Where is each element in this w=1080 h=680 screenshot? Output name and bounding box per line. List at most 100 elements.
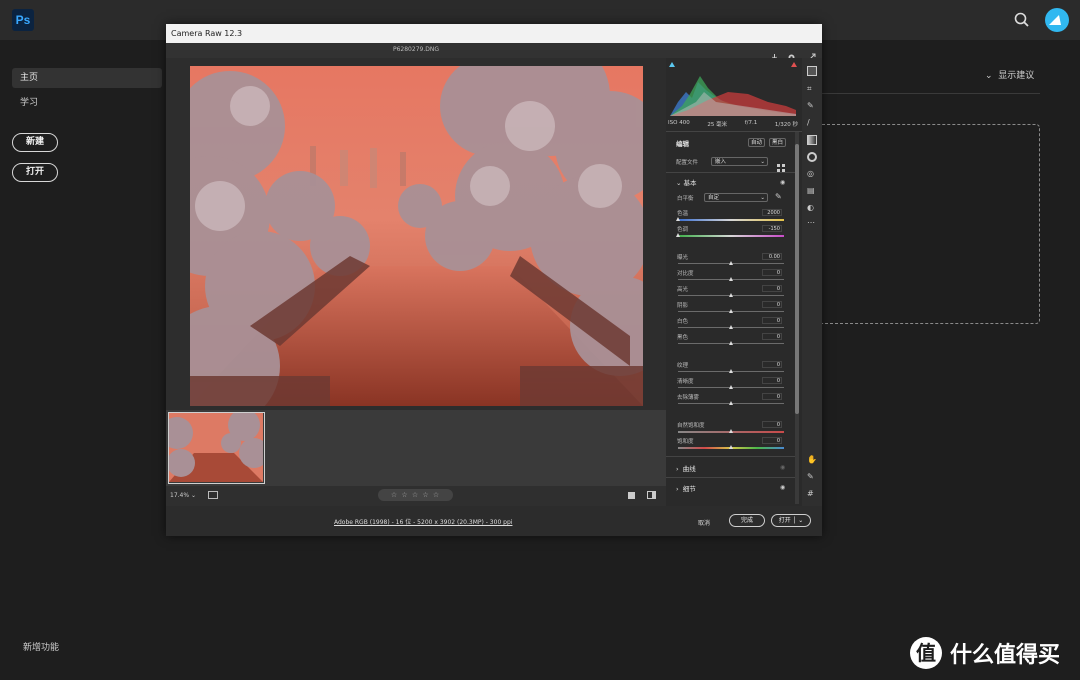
sidebar-item-learn[interactable]: 学习 (20, 95, 38, 108)
chevron-right-icon: › (676, 465, 679, 473)
slider-thumb[interactable] (728, 429, 733, 433)
slider-thumb[interactable] (728, 341, 733, 345)
detail-section-header[interactable]: › 细节 (676, 483, 696, 493)
search-icon[interactable] (1012, 10, 1032, 30)
slider-10[interactable]: 去除薄雾 0 (677, 393, 784, 407)
slider-label: 曝光 (677, 255, 689, 261)
bw-button[interactable]: 黑白 (769, 138, 786, 147)
slider-8[interactable]: 纹理 0 (677, 361, 784, 375)
slider-track[interactable] (678, 219, 784, 221)
slider-11[interactable]: 自然饱和度 0 (677, 421, 784, 435)
slider-value-input[interactable]: 0 (762, 317, 782, 324)
presets-icon[interactable]: ◐ (807, 203, 817, 213)
slider-6[interactable]: 白色 0 (677, 317, 784, 331)
slider-value-input[interactable]: 0 (762, 301, 782, 308)
view-single-icon[interactable] (628, 492, 635, 499)
slider-9[interactable]: 清晰度 0 (677, 377, 784, 391)
slider-value-input[interactable]: 0.00 (762, 253, 782, 260)
basic-section-header[interactable]: ⌄ 基本 (676, 177, 697, 187)
curve-section-header[interactable]: › 曲线 (676, 463, 696, 473)
focal-length: 25 毫米 (707, 122, 728, 128)
slider-value-input[interactable]: 0 (762, 285, 782, 292)
open-image-button[interactable]: 打开 │ ⌄ (771, 514, 811, 527)
slider-5[interactable]: 阴影 0 (677, 301, 784, 315)
slider-thumb[interactable] (728, 277, 733, 281)
eye-icon[interactable]: ◉ (780, 464, 785, 471)
slider-value-input[interactable]: 0 (762, 333, 782, 340)
slider-thumb[interactable] (728, 309, 733, 313)
brush-icon[interactable]: / (807, 118, 817, 128)
edit-tool-icon[interactable] (807, 66, 817, 76)
drop-zone[interactable] (822, 124, 1040, 324)
slider-track[interactable] (678, 235, 784, 237)
slider-1[interactable]: 色调 -150 (675, 225, 784, 239)
cancel-button[interactable]: 取消 (698, 518, 710, 527)
slider-value-input[interactable]: 2000 (762, 209, 782, 216)
slider-value-input[interactable]: 0 (762, 393, 782, 400)
open-button[interactable]: 打开 (12, 163, 58, 182)
divider (666, 131, 802, 132)
more-icon[interactable]: ⋯ (807, 218, 817, 228)
slider-thumb[interactable] (728, 401, 733, 405)
eye-icon[interactable]: ◉ (780, 484, 785, 491)
slider-12[interactable]: 饱和度 0 (677, 437, 784, 451)
workflow-options-link[interactable]: Adobe RGB (1998) - 16 位 - 5200 x 3902 (2… (334, 517, 512, 526)
auto-button[interactable]: 自动 (748, 138, 765, 147)
crop-icon[interactable]: ⌗ (807, 84, 817, 94)
slider-thumb[interactable] (728, 369, 733, 373)
aperture: f/7.1 (744, 120, 758, 126)
color-sampler-icon[interactable]: ✎ (807, 472, 817, 482)
slider-thumb[interactable] (675, 233, 680, 237)
divider (822, 93, 1040, 94)
slider-4[interactable]: 高光 0 (677, 285, 784, 299)
compare-view-icon[interactable] (647, 491, 656, 499)
avatar[interactable] (1045, 8, 1069, 32)
filmstrip-toggle-icon[interactable] (208, 491, 218, 499)
filmstrip-thumbnail[interactable] (168, 412, 265, 484)
profile-browser-icon[interactable] (777, 157, 785, 172)
hand-icon[interactable]: ✋ (807, 455, 817, 465)
zoom-level[interactable]: 17.4% ⌄ (170, 492, 196, 499)
slider-3[interactable]: 对比度 0 (677, 269, 784, 283)
slider-thumb[interactable] (728, 325, 733, 329)
slider-label: 白色 (677, 319, 689, 325)
redeye-icon[interactable]: ◎ (807, 169, 817, 179)
slider-value-input[interactable]: 0 (762, 361, 782, 368)
slider-value-input[interactable]: 0 (762, 377, 782, 384)
photo-preview[interactable] (190, 66, 643, 406)
slider-label: 清晰度 (677, 379, 694, 385)
radial-filter-icon[interactable] (807, 152, 817, 162)
slider-label: 对比度 (677, 271, 694, 277)
curve-title: 曲线 (682, 465, 696, 473)
grid-icon[interactable]: # (807, 489, 817, 499)
slider-2[interactable]: 曝光 0.00 (677, 253, 784, 267)
eye-icon[interactable]: ◉ (780, 179, 785, 186)
slider-7[interactable]: 黑色 0 (677, 333, 784, 347)
healing-icon[interactable]: ✎ (807, 101, 817, 111)
scroll-thumb[interactable] (795, 144, 799, 414)
slider-thumb[interactable] (675, 217, 680, 221)
slider-value-input[interactable]: -150 (762, 225, 782, 232)
new-button[interactable]: 新建 (12, 133, 58, 152)
rating-stars[interactable]: ☆ ☆ ☆ ☆ ☆ (378, 489, 453, 501)
sidebar-item-home[interactable]: 主页 (12, 68, 162, 88)
shutter-speed: 1/320 秒 (774, 122, 798, 128)
done-button[interactable]: 完成 (729, 514, 765, 527)
gradient-icon[interactable] (807, 135, 817, 145)
slider-thumb[interactable] (728, 293, 733, 297)
whats-new-link[interactable]: 新增功能 (23, 640, 59, 653)
white-balance-select[interactable]: 自定 ⌄ (704, 193, 768, 202)
snapshots-icon[interactable]: ▤ (807, 186, 817, 196)
show-suggestions-toggle[interactable]: ⌄ 显示建议 (985, 68, 1034, 81)
slider-value-input[interactable]: 0 (762, 437, 782, 444)
slider-value-input[interactable]: 0 (762, 421, 782, 428)
slider-value-input[interactable]: 0 (762, 269, 782, 276)
slider-0[interactable]: 色温 2000 (675, 209, 784, 223)
slider-thumb[interactable] (728, 445, 733, 449)
profile-select[interactable]: 嵌入 ⌄ (711, 157, 768, 166)
slider-thumb[interactable] (728, 261, 733, 265)
profile-label: 配置文件 (676, 160, 699, 166)
eyedropper-icon[interactable]: ✎ (775, 192, 782, 201)
slider-thumb[interactable] (728, 385, 733, 389)
slider-label: 自然饱和度 (677, 423, 705, 429)
